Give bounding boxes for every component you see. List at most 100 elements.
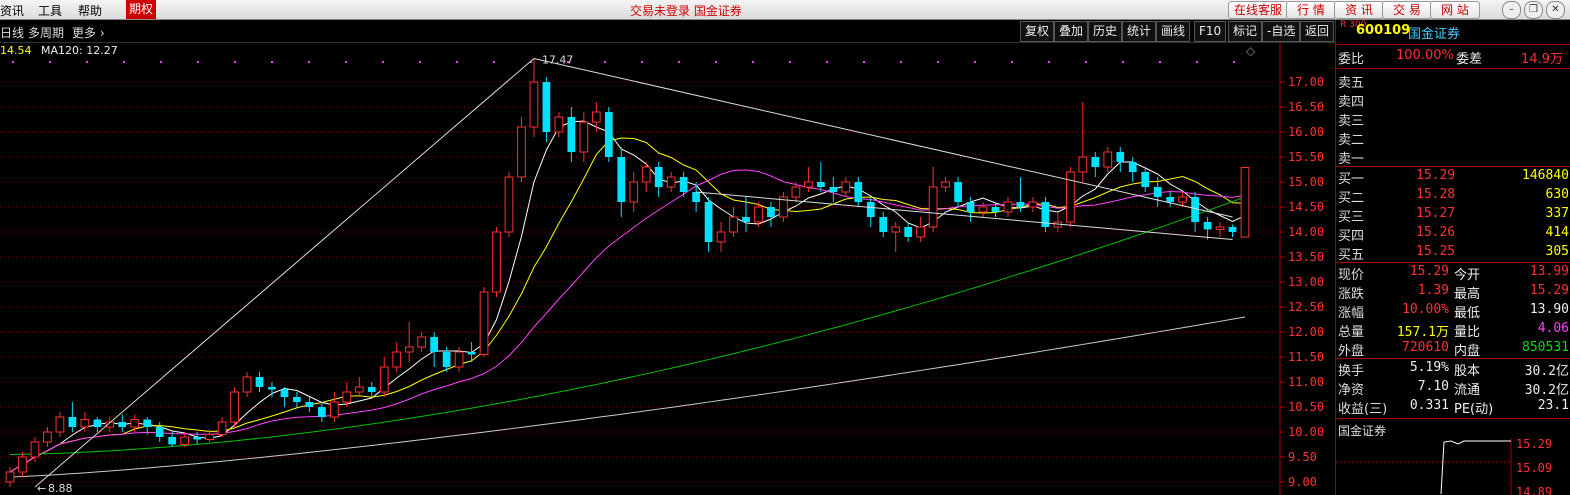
menu-tools[interactable]: 工具 [38, 2, 62, 19]
stat-label: 总量 [1338, 325, 1365, 340]
stat-value: 13.90 [1529, 302, 1569, 317]
ask-row[interactable]: 卖三 [1336, 110, 1570, 129]
fund-value: 7.10 [1417, 379, 1449, 394]
tool-remove-watch[interactable]: -自选 [1262, 21, 1301, 42]
chart-toolbar: 日线 多周期 更多 › 复权 叠加 历史 统计 画线 F10 标记 -自选 返回 [0, 20, 1335, 43]
candle [1203, 217, 1212, 240]
candle [280, 387, 289, 407]
fund-value: 30.2亿 [1524, 383, 1569, 398]
chevron-right-icon: › [99, 26, 105, 40]
candle [1091, 152, 1100, 177]
y-tick-label: 13.50 [1288, 250, 1324, 264]
menu-help[interactable]: 帮助 [78, 2, 102, 19]
ask-row[interactable]: 卖二 [1336, 129, 1570, 148]
candle [305, 397, 314, 412]
candle [891, 222, 901, 252]
stat-row: 总量 157.1万 量比 4.06 [1336, 321, 1570, 340]
stat-row: 涨幅 10.00% 最低 13.90 [1336, 302, 1570, 321]
bid-row[interactable]: 买三 15.27 337 [1336, 206, 1570, 225]
menu-bar: 资讯 工具 帮助 期权 交易未登录 国金证券 在线客服 行 情 资 讯 交 易 … [0, 0, 1570, 20]
menu-news[interactable]: 资讯 [0, 2, 24, 19]
online-service-button[interactable]: 在线客服 [1228, 1, 1288, 19]
bid-volume: 305 [1545, 244, 1569, 259]
restore-icon[interactable]: ❐ [1524, 1, 1543, 19]
more-menu[interactable]: 更多 › [72, 24, 105, 41]
candle [55, 412, 65, 437]
y-tick-label: 11.00 [1288, 375, 1324, 389]
y-tick-label: 16.00 [1288, 125, 1324, 139]
bid-label: 买一 [1338, 172, 1365, 187]
candle [118, 414, 127, 432]
moving-average-lines [9, 120, 1246, 478]
candle [293, 392, 301, 407]
candle [318, 402, 326, 422]
candle [1065, 167, 1075, 227]
bid-row[interactable]: 买五 15.25 305 [1336, 244, 1570, 263]
bid-label: 买三 [1338, 210, 1365, 225]
ask-row[interactable]: 卖四 [1336, 91, 1570, 110]
tool-back[interactable]: 返回 [1300, 21, 1335, 42]
ask-row[interactable]: 卖五 [1336, 72, 1570, 91]
tool-draw[interactable]: 画线 [1156, 21, 1191, 42]
close-icon[interactable]: ✕ [1546, 1, 1565, 19]
ask-row[interactable]: 卖一 [1336, 148, 1570, 167]
ask-label: 卖一 [1338, 152, 1365, 167]
low-arrow-icon: ← [37, 482, 46, 495]
y-tick-label: 13.00 [1288, 275, 1324, 289]
bid-volume: 146840 [1522, 168, 1569, 183]
candle [679, 172, 688, 197]
tool-f10[interactable]: F10 [1194, 21, 1227, 42]
y-tick-label: 11.50 [1288, 350, 1324, 364]
ask-label: 卖三 [1338, 114, 1365, 129]
minimize-icon[interactable]: – [1502, 1, 1521, 19]
weibi-value: 100.00% [1396, 48, 1454, 63]
candle [1103, 147, 1113, 172]
y-tick-label: 9.00 [1288, 475, 1317, 489]
candles [5, 58, 1250, 487]
candle [928, 167, 938, 232]
tool-adjust[interactable]: 复权 [1020, 21, 1055, 42]
trade-button[interactable]: 交 易 [1382, 1, 1432, 19]
bid-price: 15.25 [1416, 244, 1456, 259]
tool-overlay[interactable]: 叠加 [1054, 21, 1089, 42]
fund-value: 23.1 [1537, 398, 1569, 413]
tool-history[interactable]: 历史 [1088, 21, 1123, 42]
fund-value: 30.2亿 [1524, 364, 1569, 379]
tool-mark[interactable]: 标记 [1228, 21, 1263, 42]
candle [1191, 192, 1199, 232]
bid-volume: 414 [1545, 225, 1569, 240]
quotes-button[interactable]: 行 情 [1286, 1, 1336, 19]
bid-row[interactable]: 买四 15.26 414 [1336, 225, 1570, 244]
bid-row[interactable]: 买一 15.29 146840 [1336, 168, 1570, 187]
tool-stats[interactable]: 统计 [1122, 21, 1157, 42]
stat-label: 今开 [1454, 268, 1481, 283]
website-button[interactable]: 网 站 [1430, 1, 1480, 19]
fund-value: 0.331 [1409, 398, 1449, 413]
menu-options[interactable]: 期权 [126, 0, 156, 19]
candle [716, 222, 726, 252]
candle [417, 332, 427, 352]
candle [1116, 147, 1125, 172]
fundamental-row: 收益(三) 0.331 PE(动) 23.1 [1336, 398, 1570, 417]
y-tick-label: 10.50 [1288, 400, 1324, 414]
multi-period[interactable]: 多周期 [28, 24, 64, 41]
stat-value: 1.39 [1417, 283, 1449, 298]
candle [816, 162, 825, 192]
bid-price: 15.29 [1416, 168, 1456, 183]
candle [367, 382, 376, 397]
fundamental-row: 净资 7.10 流通 30.2亿 [1336, 379, 1570, 398]
info-button[interactable]: 资 讯 [1334, 1, 1384, 19]
bid-row[interactable]: 买二 15.28 630 [1336, 187, 1570, 206]
trend-line-down[interactable] [533, 58, 1233, 218]
period-daily[interactable]: 日线 [0, 24, 24, 41]
candle [1053, 212, 1063, 232]
candle [1003, 197, 1013, 217]
kline-chart[interactable]: 17.47 8.88← 17.00 16.50 16.00 15.50 15.00 14.5… [0, 42, 1335, 495]
trend-line-up[interactable] [34, 58, 535, 488]
ma10-line [9, 137, 1246, 473]
candle [68, 402, 77, 432]
weibi-label: 委比 [1338, 52, 1365, 67]
ma60-line [9, 196, 1246, 455]
window-title: 交易未登录 国金证券 [630, 4, 742, 18]
ask-label: 卖五 [1338, 76, 1365, 91]
